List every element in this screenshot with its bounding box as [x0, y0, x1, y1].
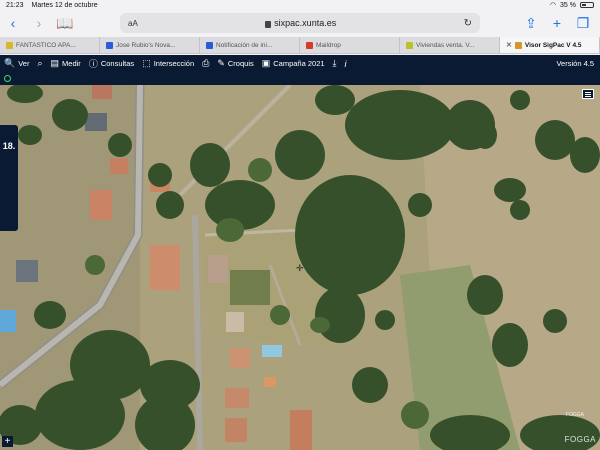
zoom-in-button[interactable]: +: [2, 436, 13, 447]
reader-button[interactable]: aA: [128, 19, 138, 28]
browser-tab[interactable]: Notificación de ini...: [200, 37, 300, 53]
tab-label: Viviendas venta. V...: [416, 41, 475, 49]
share-icon[interactable]: ⇪: [518, 10, 544, 36]
tool-magnifier[interactable]: 🔍 Ver: [4, 58, 29, 69]
reload-icon[interactable]: ↻: [464, 18, 472, 29]
status-date: Martes 12 de octubre: [31, 1, 98, 9]
back-icon[interactable]: ‹: [0, 10, 26, 36]
tool-intersection[interactable]: ⬚ Intersección: [142, 58, 194, 69]
intersection-icon: ⬚: [142, 58, 151, 68]
browser-tab[interactable]: ✕ Visor SigPac V 4.5: [500, 37, 600, 53]
tab-strip: FANTASTICO APA... Jose Rubio's Nova... Not…: [0, 37, 600, 54]
browser-tab[interactable]: Jose Rubio's Nova...: [100, 37, 200, 53]
wifi-icon: ◠: [549, 2, 557, 9]
sigpac-toolbar: 🔍 Ver ⌕ ▤ Medir ⓘ Consultas ⬚ Intersección ⎙ ✎ Croq…: [0, 55, 600, 72]
tab-favicon-icon: [206, 41, 213, 49]
tool-printer[interactable]: ⎙: [202, 58, 209, 69]
tool-label: Campaña 2021: [273, 59, 325, 68]
tab-favicon-icon: [6, 41, 13, 49]
browser-tab[interactable]: FANTASTICO APA...: [0, 37, 100, 53]
tab-label: Visor SigPac V 4.5: [524, 41, 582, 49]
version-label: Versión 4.5: [556, 59, 594, 68]
browser-toolbar: ‹ › 📖 aA sixpac.xunta.es ↻ ⇪ + ❐: [0, 10, 600, 36]
watermark-small: FOGGA: [565, 412, 584, 418]
calendar-icon: ▣: [261, 58, 271, 68]
tab-favicon-icon: [514, 41, 522, 49]
tool-label: Medir: [62, 59, 81, 68]
address-bar[interactable]: aA sixpac.xunta.es ↻: [120, 13, 480, 33]
ruler-icon: ▤: [50, 58, 60, 68]
tool-info[interactable]: ⓘ Consultas: [89, 57, 134, 70]
crosshair-icon: ✛: [296, 263, 304, 273]
tool-ruler[interactable]: ▤ Medir: [51, 58, 81, 69]
forward-icon[interactable]: ›: [26, 10, 52, 36]
info-italic-icon: i: [344, 58, 347, 69]
tab-label: Maildrop: [316, 41, 341, 49]
side-panel-label: 18.: [2, 141, 16, 151]
tab-favicon-icon: [306, 41, 313, 49]
close-tab-icon[interactable]: ✕: [506, 41, 512, 49]
tool-download[interactable]: ⤓: [333, 58, 337, 69]
status-time: 21:23: [6, 1, 24, 9]
lock-icon: [265, 20, 272, 28]
map-view[interactable]: 18. ✛ + FOGGA FOGGA: [0, 85, 600, 450]
pencil-icon: ✎: [217, 58, 225, 68]
battery-percent: 35 %: [560, 1, 576, 9]
bookmarks-icon[interactable]: 📖: [52, 10, 78, 36]
tool-info-italic[interactable]: i: [345, 59, 347, 69]
printer-icon: ⎙: [202, 58, 210, 68]
tool-binoculars[interactable]: ⌕: [37, 58, 42, 69]
url-text: sixpac.xunta.es: [274, 18, 337, 28]
binoculars-icon: ⌕: [37, 58, 43, 68]
tool-pencil[interactable]: ✎ Croquis: [217, 58, 253, 69]
tab-label: FANTASTICO APA...: [16, 41, 76, 49]
tab-label: Notificación de ini...: [216, 41, 273, 49]
tool-label: Intersección: [153, 59, 195, 68]
layers-icon[interactable]: [582, 89, 594, 99]
tool-label: Croquis: [227, 59, 254, 68]
tabs-overview-icon[interactable]: ❐: [570, 10, 596, 36]
tab-label: Jose Rubio's Nova...: [116, 41, 176, 49]
status-bar: 21:23 Martes 12 de octubre ◠ 35 %: [0, 0, 600, 10]
browser-tab[interactable]: Maildrop: [300, 37, 400, 53]
tab-favicon-icon: [106, 41, 113, 49]
tab-favicon-icon: [406, 41, 413, 49]
tool-calendar[interactable]: ▣ Campaña 2021: [262, 58, 325, 69]
loading-strip: [0, 72, 600, 85]
magnifier-icon: 🔍: [4, 58, 16, 68]
tool-label: Ver: [18, 59, 30, 68]
status-indicator-icon: [4, 75, 11, 82]
new-tab-icon[interactable]: +: [544, 10, 570, 36]
tool-label: Consultas: [100, 59, 135, 68]
battery-icon: [580, 2, 594, 8]
info-icon: ⓘ: [88, 59, 98, 69]
download-icon: ⤓: [332, 58, 337, 68]
browser-tab[interactable]: Viviendas venta. V...: [400, 37, 500, 53]
side-panel[interactable]: 18.: [0, 125, 18, 231]
watermark: FOGGA: [564, 435, 596, 444]
